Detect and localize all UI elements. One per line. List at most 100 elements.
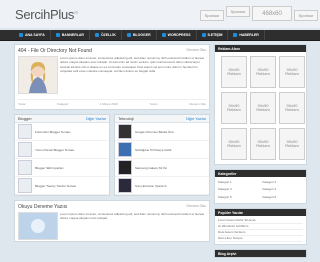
page: SercihPlusv1 Sponsor Sponsor 468x60 Spon… xyxy=(0,0,320,258)
post-thumbnail[interactable] xyxy=(18,212,58,240)
header-ad-2[interactable]: Sponsor xyxy=(226,6,250,17)
nav-wordpress-label: WORDPRESS xyxy=(167,33,191,37)
nav-features-label: ÖZELLİK xyxy=(100,33,116,37)
blogger-more-link[interactable]: Diğer Yazılar xyxy=(86,117,106,121)
popular-posts-widget: Popüler Yazılar Lorem Ipsum Dolor Sit Am… xyxy=(214,208,307,245)
item-thumbnail xyxy=(118,124,132,139)
nav-banners[interactable]: BANNERLAR xyxy=(51,30,90,40)
meta-read-more[interactable]: Devamı Oku xyxy=(189,102,206,106)
blogger-column: Blogger Diğer Yazılar Fonts Ren Blogger T… xyxy=(14,114,110,196)
logo-text: SercihPlus xyxy=(15,7,75,22)
nav-blogger-label: BLOGGER xyxy=(132,33,151,37)
nav-news-label: HABERLER xyxy=(239,33,259,37)
sidebar-ad[interactable]: 90x90 Reklam xyxy=(250,128,276,160)
ad-sub: Reklam xyxy=(256,71,270,76)
nav-contact[interactable]: İLETİŞİM xyxy=(197,30,229,40)
ads-widget-title: Reklam Alanı xyxy=(215,45,306,52)
post-title[interactable]: 404 - File Or Directory Not Found xyxy=(18,48,92,54)
nav-wordpress[interactable]: WORDPRESS xyxy=(157,30,197,40)
list-item[interactable]: Fonts Ren Blogger Teması xyxy=(15,123,109,141)
nav-news[interactable]: HABERLER xyxy=(228,30,265,40)
ad-sub: Reklam xyxy=(285,71,299,76)
post-excerpt: Lorem ipsum dolor sit amet, consectetur … xyxy=(60,56,205,74)
meta-category[interactable]: Kategori xyxy=(57,102,68,106)
home-icon xyxy=(19,33,23,37)
nav-contact-label: İLETİŞİM xyxy=(207,33,223,37)
tech-more-link[interactable]: Diğer Yazılar xyxy=(186,117,206,121)
item-thumbnail xyxy=(118,160,132,175)
ad-sub: Reklam xyxy=(256,107,270,112)
category-link[interactable]: Kategori 2 xyxy=(263,180,304,185)
nav-home[interactable]: ANA SAYFA xyxy=(14,30,51,40)
category-link[interactable]: Kategori 6 xyxy=(263,195,304,200)
featured-post: 404 - File Or Directory Not Found Devamı… xyxy=(14,44,210,110)
star-icon xyxy=(94,33,99,37)
site-header: SercihPlusv1 Sponsor Sponsor 468x60 Spon… xyxy=(0,0,320,28)
post-title[interactable]: Okuyu Deneme Yazısı xyxy=(18,204,68,210)
sidebar-ad[interactable]: 90x90 Reklam xyxy=(221,128,247,160)
list-item[interactable]: Sony Ericsson Xperia S xyxy=(115,177,209,195)
list-item[interactable]: Samsung Galaxy S3 Ön xyxy=(115,159,209,177)
sidebar-ad[interactable]: 90x90 Reklam xyxy=(279,128,305,160)
main-content: 404 - File Or Directory Not Found Devamı… xyxy=(14,44,210,242)
category-link[interactable]: Kategori 4 xyxy=(263,187,304,192)
item-thumbnail xyxy=(18,124,32,139)
item-title: Fonts Ren Blogger Teması xyxy=(35,129,71,134)
popular-widget-title: Popüler Yazılar xyxy=(215,209,306,216)
nav-banners-label: BANNERLAR xyxy=(61,33,84,37)
item-title: Sony Ericsson Xperia S xyxy=(135,183,167,188)
list-item[interactable]: Blogger Twenty Twelve Teması xyxy=(15,177,109,195)
post-excerpt: Lorem ipsum dolor sit amet, consectetur … xyxy=(60,212,205,221)
item-thumbnail xyxy=(18,142,32,157)
meta-comments[interactable]: Yorum xyxy=(149,102,158,106)
list-item[interactable]: Sözlüğüne 5'li Klavye Geldi xyxy=(115,141,209,159)
categories-widget-title: Kategoriler xyxy=(215,170,306,177)
wordpress-icon xyxy=(161,33,166,37)
header-ad-4[interactable]: Sponsor xyxy=(294,10,318,21)
header-ads: Sponsor Sponsor 468x60 Sponsor xyxy=(200,6,318,21)
sidebar: Reklam Alanı 90x90 Reklam 90x90 Reklam 90x… xyxy=(214,44,307,262)
ads-widget: Reklam Alanı 90x90 Reklam 90x90 Reklam 90x… xyxy=(214,44,307,165)
category-link[interactable]: Kategori 1 xyxy=(218,180,259,185)
nav-features[interactable]: ÖZELLİK xyxy=(90,30,122,40)
category-link[interactable]: Kategori 5 xyxy=(218,195,259,200)
blogger-icon xyxy=(126,33,131,37)
post-read-more[interactable]: Devamı Oku xyxy=(187,48,206,52)
tech-column: Teknoloji Diğer Yazılar Google Chromun Ba… xyxy=(114,114,210,196)
item-thumbnail xyxy=(18,160,32,175)
meta-author[interactable]: Yazar xyxy=(18,102,26,106)
sidebar-ad[interactable]: 90x90 Reklam xyxy=(279,92,305,124)
ad-sub: Reklam xyxy=(227,143,241,148)
ad-sub: Reklam xyxy=(285,143,299,148)
categories-widget: Kategoriler Kategori 1 Kategori 2 Katego… xyxy=(214,169,307,204)
item-title: Google Chromun Banka Önü xyxy=(135,129,174,134)
list-item[interactable]: Yorum Paneli Blogger Teması xyxy=(15,141,109,159)
meta-date: 1 Mayıs 2016 xyxy=(99,102,118,106)
header-ad-1[interactable]: Sponsor xyxy=(200,10,224,21)
item-thumbnail xyxy=(118,142,132,157)
popular-post-link[interactable]: Nam Liber Tempor xyxy=(218,236,303,242)
item-thumbnail xyxy=(18,178,32,193)
category-link[interactable]: Kategori 3 xyxy=(218,187,259,192)
sidebar-ad[interactable]: 90x90 Reklam xyxy=(221,56,247,88)
post-read-more[interactable]: Devamı Oku xyxy=(187,204,206,208)
ad-sub: Reklam xyxy=(227,71,241,76)
woman-photo-icon xyxy=(19,57,57,93)
main-nav: ANA SAYFA BANNERLAR ÖZELLİK BLOGGER WORD… xyxy=(0,30,320,41)
sidebar-ad[interactable]: 90x90 Reklam xyxy=(250,92,276,124)
nav-blogger[interactable]: BLOGGER xyxy=(122,30,157,40)
sidebar-ad[interactable]: 90x90 Reklam xyxy=(250,56,276,88)
sidebar-ad[interactable]: 90x90 Reklam xyxy=(221,92,247,124)
item-title: Yorum Paneli Blogger Teması xyxy=(35,147,75,152)
post-thumbnail[interactable] xyxy=(18,56,58,94)
list-item[interactable]: Blogger SEO Ayarları xyxy=(15,159,109,177)
site-logo[interactable]: SercihPlusv1 xyxy=(15,7,78,22)
logo-version: v1 xyxy=(74,9,78,15)
sidebar-ad[interactable]: 90x90 Reklam xyxy=(279,56,305,88)
header-ad-468[interactable]: 468x60 xyxy=(252,6,292,21)
item-title: Blogger Twenty Twelve Teması xyxy=(35,183,77,188)
second-post: Okuyu Deneme Yazısı Devamı Oku Lorem ips… xyxy=(14,200,210,242)
post-meta: Yazar Kategori 1 Mayıs 2016 Yorum Devamı… xyxy=(18,99,206,106)
news-icon xyxy=(233,33,238,37)
list-item[interactable]: Google Chromun Banka Önü xyxy=(115,123,209,141)
